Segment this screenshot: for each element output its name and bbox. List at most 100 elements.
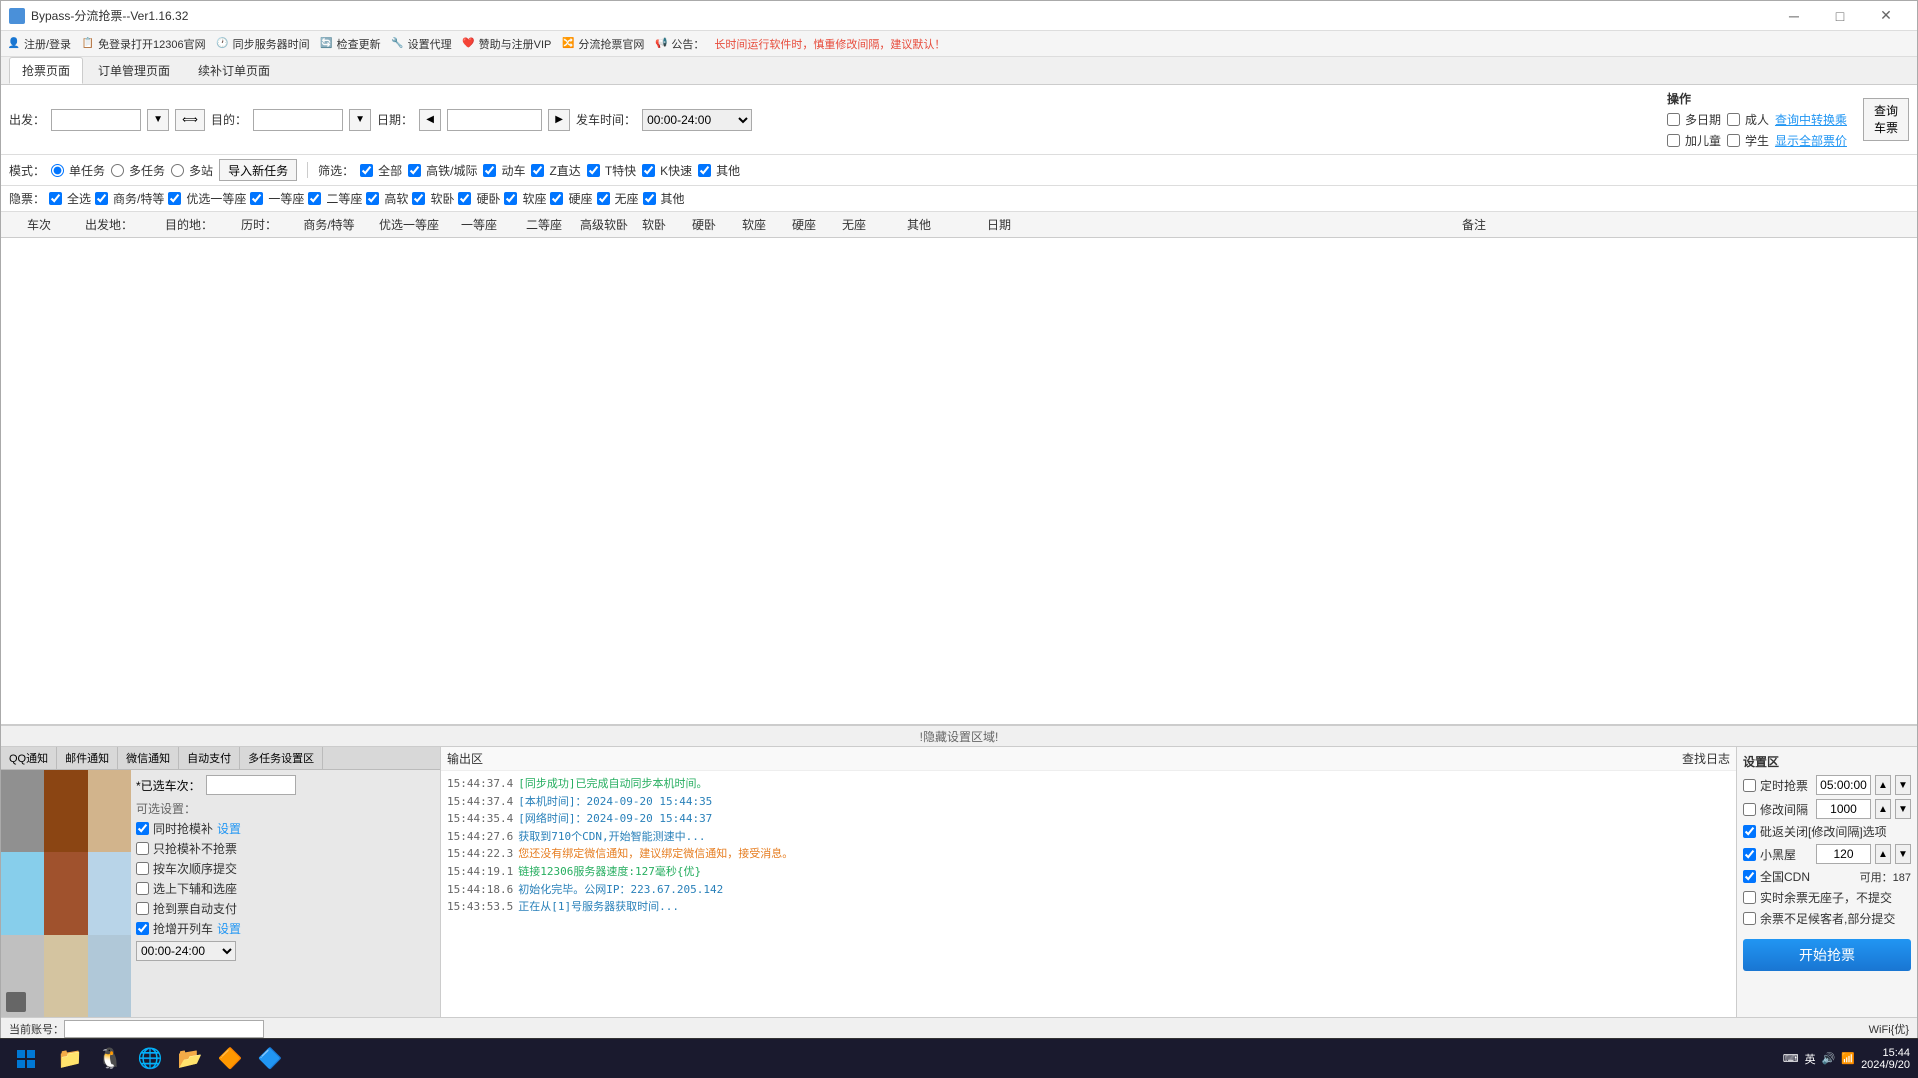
th-date: 日期 bbox=[959, 216, 1039, 233]
filter-z-checkbox[interactable] bbox=[531, 164, 544, 177]
taskbar-explorer[interactable]: 📁 bbox=[52, 1041, 88, 1077]
opt-simultaneous-checkbox[interactable] bbox=[136, 822, 149, 835]
date-next[interactable]: ▶ bbox=[548, 109, 570, 131]
taskbar-qq[interactable]: 🐧 bbox=[92, 1041, 128, 1077]
import-task-button[interactable]: 导入新任务 bbox=[219, 159, 297, 181]
train-input[interactable] bbox=[206, 775, 296, 795]
taskbar-app2[interactable]: 🔷 bbox=[252, 1041, 288, 1077]
time-range-select[interactable]: 00:00-24:00 bbox=[136, 941, 236, 961]
to-input[interactable] bbox=[253, 109, 343, 131]
menu-register[interactable]: 👤 注册/登录 bbox=[7, 36, 71, 52]
setting-blacklist: 小黑屋 ▲ ▼ bbox=[1743, 844, 1911, 864]
menu-open12306[interactable]: 📋 免登录打开12306官网 bbox=[81, 36, 206, 52]
filter-t-checkbox[interactable] bbox=[587, 164, 600, 177]
filter-other-checkbox[interactable] bbox=[698, 164, 711, 177]
blp-tab-qq[interactable]: QQ通知 bbox=[1, 747, 57, 769]
single-task-radio[interactable] bbox=[51, 164, 64, 177]
blacklist-checkbox[interactable] bbox=[1743, 848, 1756, 861]
menu-sponsor[interactable]: ❤️ 赞助与注册VIP bbox=[462, 36, 552, 52]
announcement-text: 长时间运行软件时，慎重修改间隔，建议默认！ bbox=[714, 36, 945, 52]
seat-softseat-checkbox[interactable] bbox=[504, 192, 517, 205]
clear-log-button[interactable]: 查找日志 bbox=[1682, 750, 1730, 767]
from-arrow-down[interactable]: ▼ bbox=[147, 109, 169, 131]
seat-softbunk-checkbox[interactable] bbox=[412, 192, 425, 205]
opt-only-supplement-checkbox[interactable] bbox=[136, 842, 149, 855]
opt-auto-pay-checkbox[interactable] bbox=[136, 902, 149, 915]
close-return-checkbox[interactable] bbox=[1743, 825, 1756, 838]
start-button[interactable] bbox=[8, 1041, 44, 1077]
filter-emu-checkbox[interactable] bbox=[483, 164, 496, 177]
maximize-button[interactable]: □ bbox=[1817, 1, 1863, 31]
to-arrow-down[interactable]: ▼ bbox=[349, 109, 371, 131]
proxy-icon: 🔧 bbox=[391, 37, 405, 51]
partial-submit-checkbox[interactable] bbox=[1743, 912, 1756, 925]
tab-grab-ticket[interactable]: 抢票页面 bbox=[9, 57, 83, 84]
opt-order-submit-checkbox[interactable] bbox=[136, 862, 149, 875]
menu-proxy[interactable]: 🔧 设置代理 bbox=[391, 36, 452, 52]
swap-button[interactable]: ⟺ bbox=[175, 109, 205, 131]
seat-noseat-checkbox[interactable] bbox=[597, 192, 610, 205]
tab-order-management[interactable]: 订单管理页面 bbox=[85, 57, 183, 84]
add-child-checkbox[interactable] bbox=[1667, 134, 1680, 147]
query-ticket-button[interactable]: 查询车票 bbox=[1863, 98, 1909, 142]
seat-biz-checkbox[interactable] bbox=[95, 192, 108, 205]
from-input[interactable] bbox=[51, 109, 141, 131]
interval-checkbox[interactable] bbox=[1743, 803, 1756, 816]
account-input[interactable] bbox=[64, 1020, 264, 1038]
blp-tab-wechat[interactable]: 微信通知 bbox=[118, 747, 179, 769]
hidden-settings-bar[interactable]: !隐藏设置区域! bbox=[1, 725, 1917, 747]
blacklist-up[interactable]: ▲ bbox=[1875, 844, 1891, 864]
taskbar-edge[interactable]: 🌐 bbox=[132, 1041, 168, 1077]
wifi-status: WiFi{优} bbox=[1869, 1021, 1909, 1037]
taskbar-app1[interactable]: 🔶 bbox=[212, 1041, 248, 1077]
multi-station-radio[interactable] bbox=[171, 164, 184, 177]
blacklist-down[interactable]: ▼ bbox=[1895, 844, 1911, 864]
blp-tab-autopay[interactable]: 自动支付 bbox=[179, 747, 240, 769]
date-prev[interactable]: ◀ bbox=[419, 109, 441, 131]
menu-sync-time[interactable]: 🕐 同步服务器时间 bbox=[216, 36, 310, 52]
depart-time-select[interactable]: 00:00-24:00 bbox=[642, 109, 752, 131]
timer-down[interactable]: ▼ bbox=[1895, 775, 1911, 795]
seat-highsoft-checkbox[interactable] bbox=[366, 192, 379, 205]
no-noseat-checkbox[interactable] bbox=[1743, 891, 1756, 904]
close-button[interactable]: ✕ bbox=[1863, 1, 1909, 31]
filter-highspeed-checkbox[interactable] bbox=[408, 164, 421, 177]
seat-first-prem-checkbox[interactable] bbox=[168, 192, 181, 205]
taskbar-files[interactable]: 📂 bbox=[172, 1041, 208, 1077]
date-input[interactable]: 2024-10-04 bbox=[447, 109, 542, 131]
timer-input[interactable] bbox=[1816, 775, 1871, 795]
opt-simultaneous-settings[interactable]: 设置 bbox=[217, 820, 241, 837]
minimize-button[interactable]: ─ bbox=[1771, 1, 1817, 31]
seat-all-checkbox[interactable] bbox=[49, 192, 62, 205]
student-checkbox[interactable] bbox=[1727, 134, 1740, 147]
seat-hardseat-checkbox[interactable] bbox=[550, 192, 563, 205]
seat-hardbunk-checkbox[interactable] bbox=[458, 192, 471, 205]
start-grab-button[interactable]: 开始抢票 bbox=[1743, 939, 1911, 971]
interval-down[interactable]: ▼ bbox=[1895, 799, 1911, 819]
convert-change-btn[interactable]: 查询中转换乘 bbox=[1775, 111, 1847, 128]
seat-other-checkbox[interactable] bbox=[643, 192, 656, 205]
show-all-price-btn[interactable]: 显示全部票价 bbox=[1775, 132, 1847, 149]
blp-tab-email[interactable]: 邮件通知 bbox=[57, 747, 118, 769]
seat-second-checkbox[interactable] bbox=[308, 192, 321, 205]
multi-date-checkbox[interactable] bbox=[1667, 113, 1680, 126]
tab-supplement-order[interactable]: 续补订单页面 bbox=[185, 57, 283, 84]
multi-task-radio[interactable] bbox=[111, 164, 124, 177]
interval-up[interactable]: ▲ bbox=[1875, 799, 1891, 819]
filter-all-checkbox[interactable] bbox=[360, 164, 373, 177]
blp-tab-multitask[interactable]: 多任务设置区 bbox=[240, 747, 323, 769]
menu-official[interactable]: 🔀 分流抢票官网 bbox=[561, 36, 644, 52]
seat-hardbunk: 硬卧 bbox=[458, 190, 500, 207]
opt-grab-extra-checkbox[interactable] bbox=[136, 922, 149, 935]
seat-first-checkbox[interactable] bbox=[250, 192, 263, 205]
blacklist-input[interactable] bbox=[1816, 844, 1871, 864]
filter-k-checkbox[interactable] bbox=[642, 164, 655, 177]
menu-check-update[interactable]: 🔄 检查更新 bbox=[320, 36, 381, 52]
opt-select-aux-checkbox[interactable] bbox=[136, 882, 149, 895]
interval-input[interactable] bbox=[1816, 799, 1871, 819]
timer-up[interactable]: ▲ bbox=[1875, 775, 1891, 795]
adult-checkbox[interactable] bbox=[1727, 113, 1740, 126]
timer-checkbox[interactable] bbox=[1743, 779, 1756, 792]
cdn-checkbox[interactable] bbox=[1743, 870, 1756, 883]
opt-grab-extra-settings[interactable]: 设置 bbox=[217, 920, 241, 937]
